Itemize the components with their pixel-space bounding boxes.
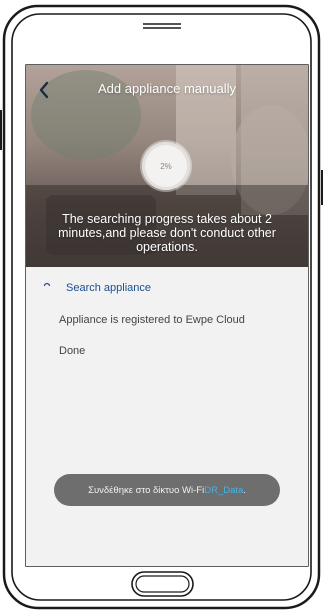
step-label: Search appliance	[66, 282, 152, 294]
phone-mockup: Add appliance manually 2% The searching …	[0, 0, 323, 612]
hero-banner: Add appliance manually 2% The searching …	[26, 65, 308, 267]
step-register-cloud: Appliance is registered to Ewpe Cloud	[26, 311, 308, 331]
progress-percent: 2%	[160, 161, 172, 171]
app-screen: Add appliance manually 2% The searching …	[26, 65, 308, 566]
toast-prefix: Συνδέθηκε στο δίκτυο Wi-Fi	[88, 484, 205, 496]
step-done: Done	[26, 342, 308, 362]
wifi-toast: Συνδέθηκε στο δίκτυο Wi-Fi DR_Data.	[54, 474, 280, 506]
page-title: Add appliance manually	[97, 81, 237, 96]
search-info-message: The searching progress takes about 2 min…	[58, 212, 276, 254]
loading-spinner-icon	[43, 282, 51, 287]
step-label: Done	[59, 345, 86, 357]
toast-suffix: .	[243, 484, 246, 496]
progress-indicator: 2%	[142, 142, 190, 190]
step-search-appliance: Search appliance	[26, 279, 308, 299]
toast-network-name: DR_Data	[204, 484, 244, 496]
step-label: Appliance is registered to Ewpe Cloud	[59, 314, 245, 326]
